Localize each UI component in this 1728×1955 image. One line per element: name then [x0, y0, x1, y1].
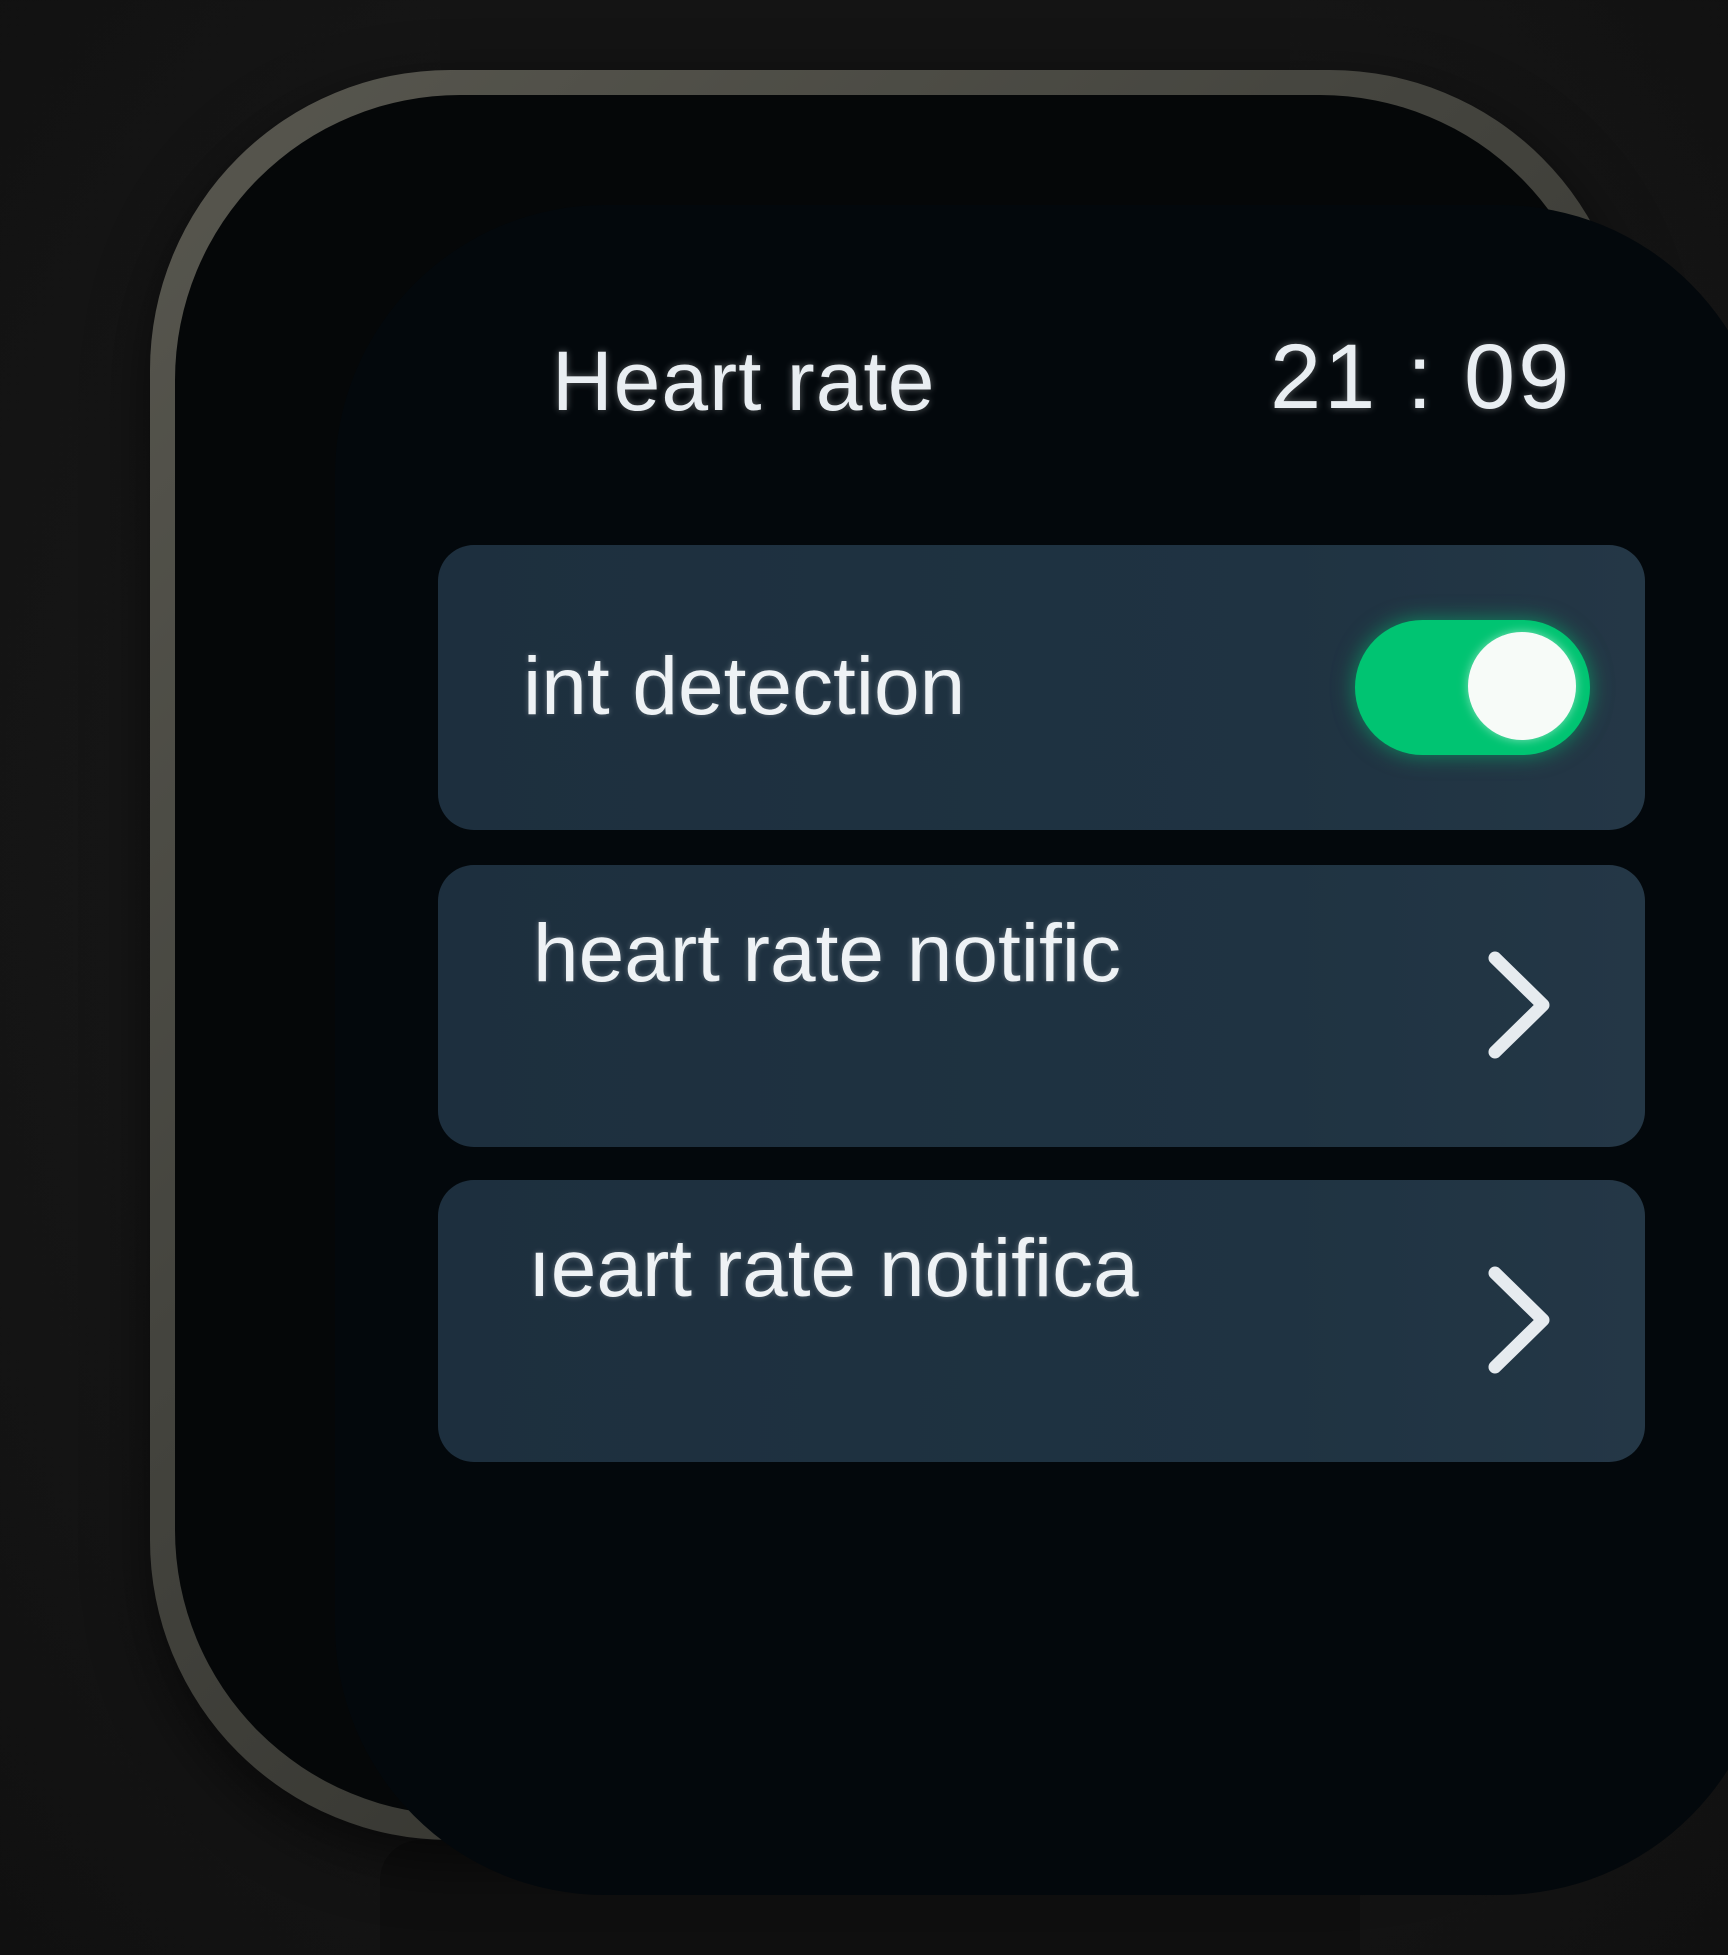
setting-label: ıeart rate notifica [528, 1223, 1139, 1314]
setting-row-notification-1[interactable]: heart rate notific [438, 865, 1645, 1147]
setting-label: heart rate notific [533, 908, 1121, 999]
clock-time: 21 : 09 [1270, 326, 1573, 428]
chevron-right-icon [1488, 951, 1550, 1059]
watch-bezel: Heart rate 21 : 09 int detection heart r… [175, 95, 1728, 1895]
detection-toggle[interactable] [1355, 620, 1590, 755]
watch-screen: Heart rate 21 : 09 int detection heart r… [335, 205, 1728, 1895]
setting-label: int detection [523, 641, 966, 732]
toggle-knob [1468, 632, 1576, 740]
setting-row-detection[interactable]: int detection [438, 545, 1645, 830]
page-title: Heart rate [552, 334, 936, 428]
setting-row-notification-2[interactable]: ıeart rate notifica [438, 1180, 1645, 1462]
chevron-right-icon [1488, 1266, 1550, 1374]
